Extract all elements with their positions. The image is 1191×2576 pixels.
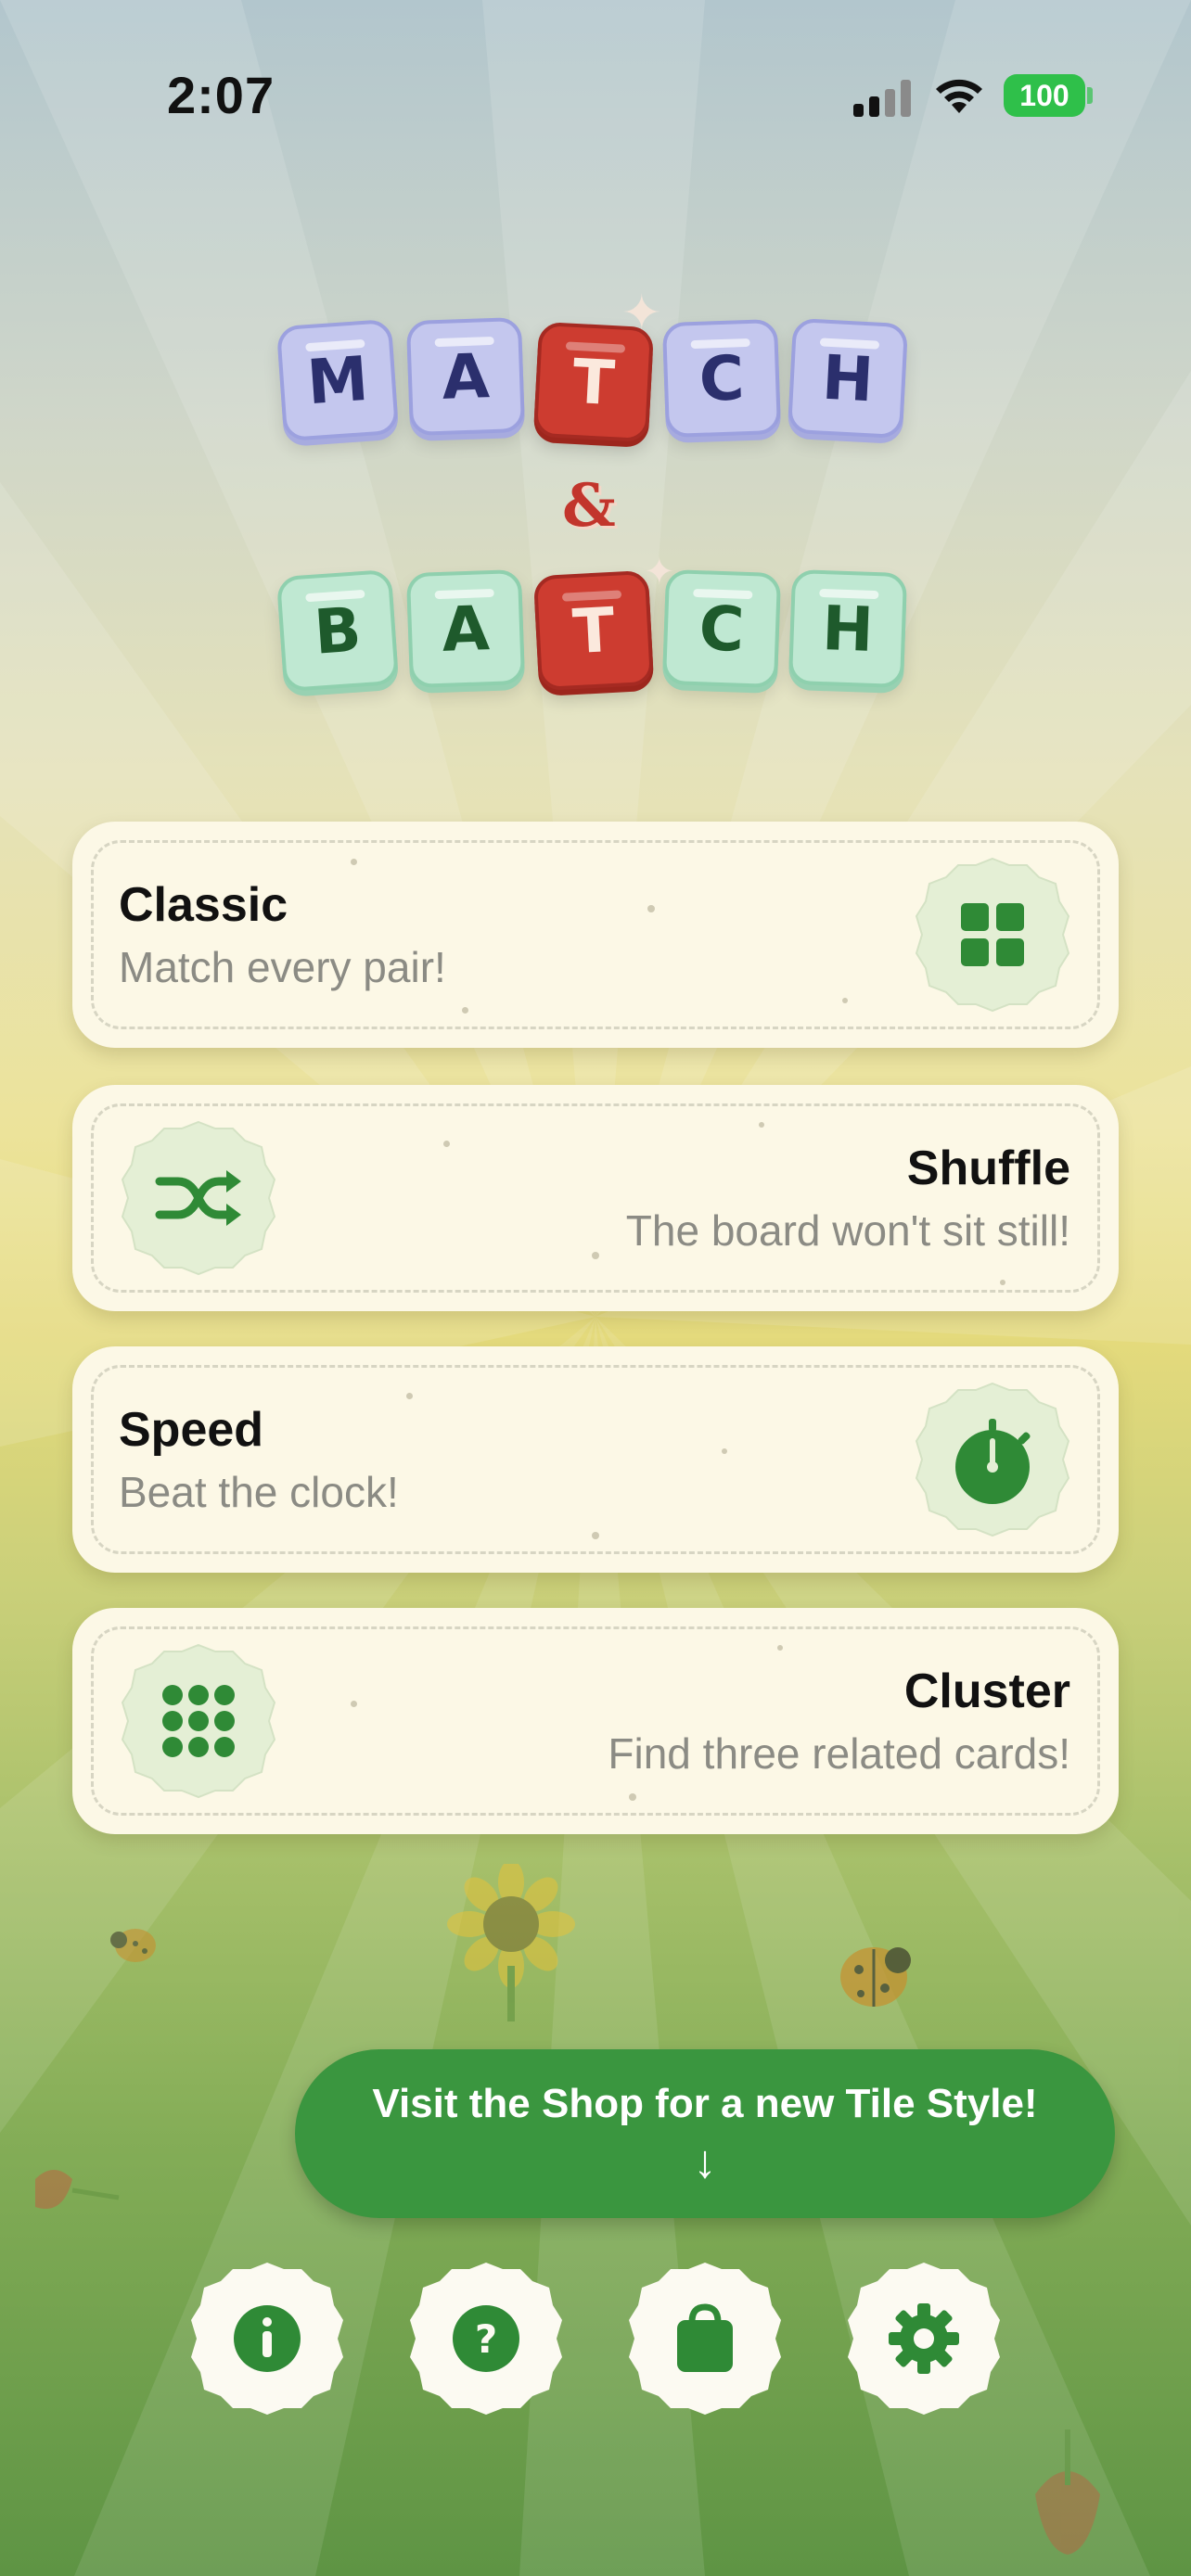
info-button[interactable] (189, 2261, 345, 2417)
ladybug-icon (840, 1947, 911, 2007)
logo-tile: T (532, 569, 655, 692)
shuffle-icon (121, 1120, 276, 1276)
svg-text:?: ? (475, 2316, 497, 2362)
battery-indicator: 100 (1004, 74, 1085, 117)
mode-subtitle: The board won't sit still! (625, 1206, 1070, 1255)
logo-tile: A (405, 316, 526, 437)
mode-card-cluster[interactable]: Cluster Find three related cards! (72, 1608, 1119, 1834)
logo-tile: C (661, 318, 782, 439)
logo-tile: A (405, 568, 526, 689)
logo-tile: B (275, 568, 400, 693)
logo-tile: M (275, 318, 400, 442)
gear-icon (889, 2303, 959, 2374)
stopwatch-icon (915, 1382, 1070, 1537)
mode-subtitle: Match every pair! (119, 943, 446, 991)
logo-tile: H (787, 317, 909, 440)
mode-card-speed[interactable]: Speed Beat the clock! (72, 1346, 1119, 1573)
game-logo: M A T C H ✦ & ✦ B A T C H (0, 287, 1191, 705)
wifi-icon (936, 79, 982, 113)
arrow-down-icon: ↓ (693, 2136, 717, 2187)
status-time: 2:07 (167, 66, 275, 124)
logo-ampersand: & (562, 471, 616, 541)
question-icon: ? (453, 2305, 519, 2372)
mode-title: Cluster (903, 1664, 1070, 1718)
tulip-icon (1035, 2429, 1100, 2555)
help-button[interactable]: ? (408, 2261, 564, 2417)
main-menu-screen: 2:07 100 M A T C H ✦ & ✦ B A T C H Class… (0, 0, 1191, 2576)
settings-button[interactable] (846, 2261, 1002, 2417)
tulip-icon (35, 2170, 120, 2209)
mode-subtitle: Find three related cards! (608, 1729, 1070, 1778)
mode-card-shuffle[interactable]: Shuffle The board won't sit still! (72, 1085, 1119, 1311)
dots-grid-icon (121, 1643, 276, 1799)
grid-icon (915, 857, 1070, 1013)
shop-promo-label: Visit the Shop for a new Tile Style! (372, 2081, 1038, 2126)
shop-button[interactable] (627, 2261, 783, 2417)
battery-cap (1087, 87, 1093, 104)
shop-promo-banner[interactable]: Visit the Shop for a new Tile Style! ↓ (295, 2049, 1115, 2218)
sunflower-icon (447, 1864, 575, 2021)
sparkle-icon: ✦ (621, 287, 662, 340)
ladybug-icon (110, 1929, 156, 1962)
mode-title: Classic (119, 878, 288, 932)
mode-title: Shuffle (906, 1141, 1070, 1195)
mode-subtitle: Beat the clock! (119, 1468, 399, 1516)
cellular-signal-icon (853, 78, 913, 117)
mode-card-classic[interactable]: Classic Match every pair! (72, 822, 1119, 1048)
info-icon (234, 2305, 301, 2372)
logo-tile: C (661, 568, 782, 689)
logo-tile: H (788, 568, 908, 689)
mode-title: Speed (119, 1403, 264, 1457)
